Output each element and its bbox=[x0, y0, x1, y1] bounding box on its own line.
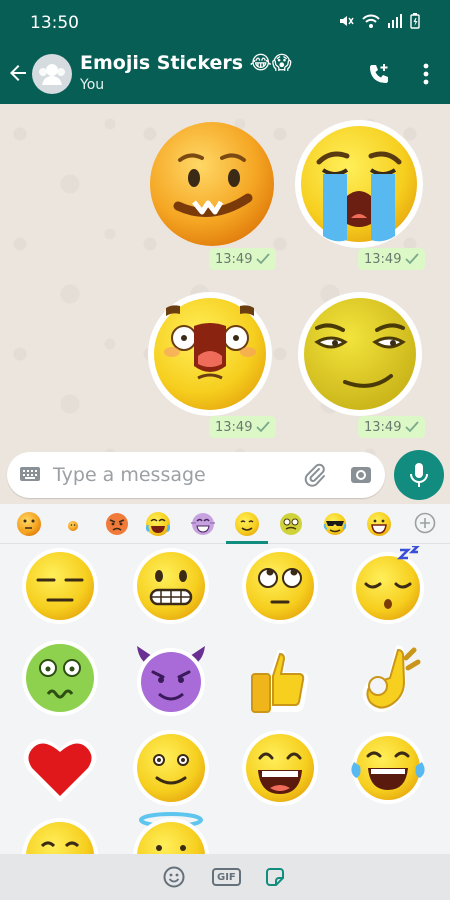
sticker-icon[interactable] bbox=[264, 866, 286, 888]
sticker-pack-tabs bbox=[0, 504, 450, 544]
keyboard-icon[interactable] bbox=[19, 465, 41, 483]
wifi-icon bbox=[362, 14, 380, 28]
sticker-message-2[interactable] bbox=[293, 118, 425, 250]
grimace-emoji-icon bbox=[133, 548, 209, 624]
pack-tab-grin[interactable] bbox=[366, 511, 392, 537]
nauseated-pack-icon bbox=[280, 513, 302, 535]
tears-of-joy-emoji-icon bbox=[351, 732, 425, 804]
ok-hand-icon bbox=[362, 645, 421, 713]
thumbs-up-icon bbox=[251, 649, 309, 713]
status-icons bbox=[338, 13, 420, 29]
voice-record-button[interactable] bbox=[394, 450, 444, 500]
crying-emoji-icon bbox=[295, 120, 423, 248]
chat-subtitle: You bbox=[80, 77, 105, 93]
gif-button[interactable]: GIF bbox=[212, 868, 241, 886]
expressionless-emoji-icon bbox=[22, 548, 98, 624]
sticker-smiling-partial[interactable] bbox=[20, 816, 100, 854]
pack-tab-laughing[interactable] bbox=[145, 511, 171, 537]
sticker-expressionless[interactable] bbox=[20, 546, 100, 626]
message-input[interactable]: Type a message bbox=[53, 464, 206, 486]
angry-pack-icon bbox=[106, 513, 128, 535]
signal-icon bbox=[388, 14, 402, 28]
sticker-message-1[interactable] bbox=[148, 120, 276, 248]
eye-roll-emoji-icon bbox=[242, 548, 318, 624]
smirk-emoji-icon bbox=[298, 292, 422, 416]
group-icon bbox=[39, 64, 65, 85]
small-pack-icon bbox=[68, 521, 78, 531]
sticker-ok-hand[interactable] bbox=[348, 638, 428, 718]
sticker-thumbs-up[interactable] bbox=[240, 638, 320, 718]
sticker-eye-roll[interactable] bbox=[240, 546, 320, 626]
thinking-pack-icon bbox=[17, 512, 41, 536]
microphone-icon bbox=[410, 463, 428, 487]
battery-icon bbox=[410, 13, 420, 29]
grin-pack-icon bbox=[367, 512, 391, 536]
pack-tab-thinking[interactable] bbox=[16, 511, 42, 537]
cool-pack-icon bbox=[323, 513, 347, 535]
sticker-sleeping[interactable] bbox=[348, 546, 428, 626]
add-call-icon[interactable] bbox=[366, 61, 392, 87]
add-sticker-pack-icon[interactable] bbox=[414, 512, 436, 534]
smiling-emoji-icon bbox=[22, 818, 98, 854]
pack-tab-cool[interactable] bbox=[322, 511, 348, 537]
group-avatar[interactable] bbox=[32, 54, 72, 94]
message-timestamp-1: 13:49 bbox=[209, 248, 277, 270]
pack-tab-small[interactable] bbox=[60, 511, 86, 537]
slight-smile-emoji-icon bbox=[133, 730, 209, 806]
lip-bite-emoji-icon bbox=[150, 122, 274, 246]
attach-icon[interactable] bbox=[303, 463, 327, 487]
sticker-grinning[interactable] bbox=[240, 728, 320, 808]
emoji-keyboard-bottom-bar: GIF bbox=[0, 854, 450, 900]
pack-tab-nauseated[interactable] bbox=[278, 511, 304, 537]
laughing-pack-icon bbox=[145, 512, 171, 536]
pack-tab-angry[interactable] bbox=[104, 511, 130, 537]
back-arrow-icon[interactable] bbox=[6, 61, 30, 85]
message-timestamp-4: 13:49 bbox=[358, 416, 426, 438]
purple-laugh-pack-icon bbox=[191, 513, 215, 535]
sticker-devil[interactable] bbox=[131, 638, 211, 718]
devil-emoji-icon bbox=[137, 646, 205, 716]
check-icon bbox=[405, 253, 420, 265]
angel-emoji-icon bbox=[133, 812, 209, 854]
chat-area[interactable]: 13:49 13:49 13:49 13:49 bbox=[0, 104, 450, 504]
sticker-grimace[interactable] bbox=[131, 546, 211, 626]
mute-icon bbox=[340, 16, 354, 26]
red-heart-icon bbox=[23, 738, 97, 802]
sticker-heart[interactable] bbox=[20, 728, 100, 808]
sticker-tears-of-joy[interactable] bbox=[348, 728, 428, 808]
emoji-icon[interactable] bbox=[163, 866, 185, 888]
check-icon bbox=[256, 421, 271, 433]
pack-tab-purple-laugh[interactable] bbox=[190, 511, 216, 537]
status-bar: 13:50 bbox=[0, 0, 450, 44]
grinning-emoji-icon bbox=[242, 730, 318, 806]
sticker-grid bbox=[0, 544, 450, 854]
check-icon bbox=[405, 421, 420, 433]
smile-pack-icon bbox=[235, 512, 259, 536]
message-input-box[interactable]: Type a message bbox=[7, 452, 385, 498]
sleeping-emoji-icon bbox=[352, 546, 424, 624]
chat-title[interactable]: Emojis Stickers 😂😱 bbox=[80, 52, 292, 74]
message-timestamp-2: 13:49 bbox=[358, 248, 426, 270]
more-options-icon[interactable] bbox=[416, 61, 436, 87]
sticker-smile[interactable] bbox=[131, 728, 211, 808]
sticker-message-3[interactable] bbox=[144, 290, 276, 418]
camera-icon[interactable] bbox=[349, 463, 373, 487]
shocked-emoji-icon bbox=[148, 292, 272, 416]
sticker-angel-partial[interactable] bbox=[131, 810, 211, 854]
chat-header: Emojis Stickers 😂😱 You bbox=[0, 44, 450, 104]
sick-emoji-icon bbox=[22, 640, 98, 716]
check-icon bbox=[256, 253, 271, 265]
sticker-message-4[interactable] bbox=[293, 290, 427, 418]
sticker-sick[interactable] bbox=[20, 638, 100, 718]
message-timestamp-3: 13:49 bbox=[209, 416, 277, 438]
pack-tab-smile[interactable] bbox=[234, 511, 260, 537]
status-time: 13:50 bbox=[30, 13, 79, 33]
